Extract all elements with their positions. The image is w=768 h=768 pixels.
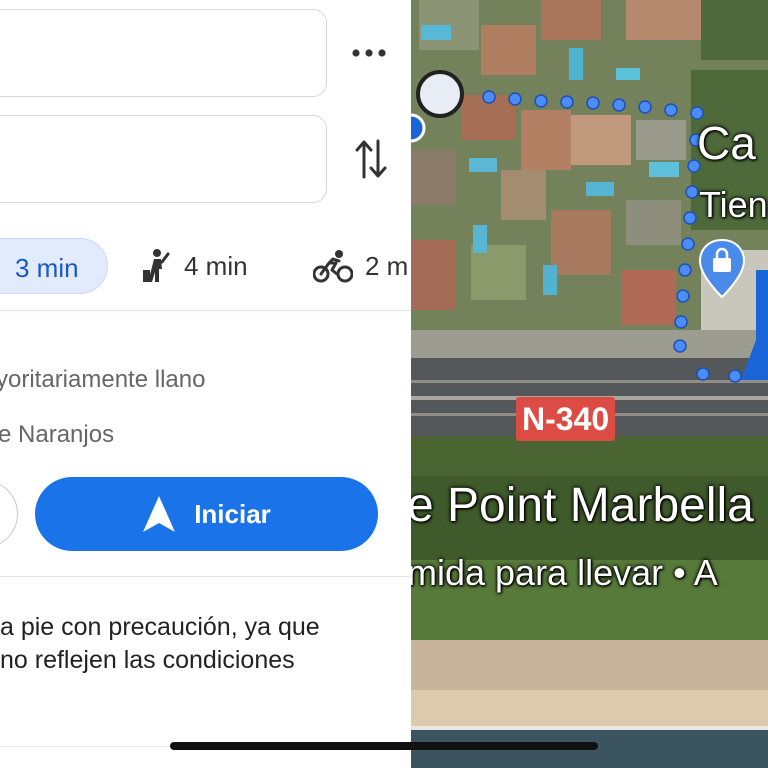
- mode-bike-chip[interactable]: 2 m: [313, 246, 411, 286]
- swap-locations-button[interactable]: [350, 134, 392, 184]
- walking-warning-text: a pie con precaución, ya que: [0, 613, 320, 641]
- origin-point-icon: [416, 70, 464, 118]
- more-options-button[interactable]: [349, 36, 389, 70]
- secondary-round-button[interactable]: [0, 480, 18, 548]
- divider: [0, 576, 411, 577]
- route-description: yoritariamente llano: [0, 366, 206, 393]
- mode-transit-time: 4 min: [184, 250, 248, 281]
- swap-vertical-icon: [355, 139, 387, 179]
- bike-icon: [313, 250, 353, 283]
- road-label-badge: N-340: [516, 397, 616, 441]
- home-indicator[interactable]: [170, 742, 598, 750]
- start-label: Iniciar: [194, 498, 271, 529]
- walking-warning-text: no reflejen las condiciones: [0, 646, 295, 674]
- destination-field[interactable]: [0, 115, 327, 203]
- mode-car-time: 3 min: [15, 253, 79, 283]
- origin-field[interactable]: [0, 9, 327, 97]
- mode-car-chip[interactable]: 3 min: [0, 238, 108, 294]
- directions-panel: 3 min 4 min 2 m yoritariamente llano e N…: [0, 0, 411, 768]
- navigation-arrow-icon: [143, 496, 176, 532]
- map-place-name[interactable]: Ca: [697, 116, 756, 170]
- map-poi-name[interactable]: e Point Marbella: [411, 478, 754, 533]
- map-place-category: Tien: [699, 184, 768, 225]
- transit-icon: [143, 249, 170, 282]
- more-horizontal-icon: [352, 49, 386, 57]
- route-via: e Naranjos: [0, 421, 115, 448]
- divider: [0, 310, 411, 311]
- satellite-map[interactable]: Ca Tien N-340 e Point Marbella mida para…: [411, 0, 768, 768]
- mode-bike-time: 2 m: [365, 250, 409, 281]
- start-navigation-button[interactable]: Iniciar: [35, 477, 378, 551]
- travel-mode-row: 3 min 4 min 2 m: [0, 234, 411, 298]
- map-poi-description: mida para llevar • A: [411, 552, 718, 593]
